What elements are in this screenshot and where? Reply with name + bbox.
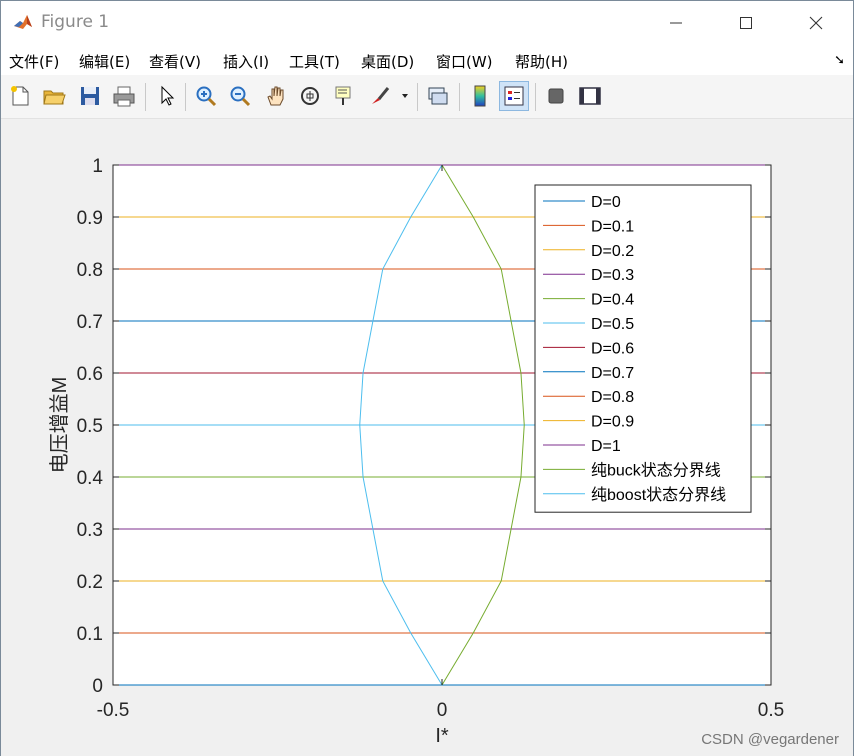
print-button[interactable] — [109, 81, 139, 111]
show-plot-tools-icon — [579, 87, 601, 105]
colorbar-icon — [474, 85, 486, 107]
menu-file[interactable]: 文件(F) — [9, 51, 59, 72]
y-tick-label: 0.5 — [77, 416, 103, 437]
hide-plot-tools-icon — [548, 88, 564, 104]
y-tick-label: 1 — [92, 156, 103, 177]
legend-entry-label: D=0 — [591, 194, 621, 211]
x-axis-label: I* — [435, 725, 449, 747]
x-tick-label: 0 — [437, 700, 448, 721]
data-cursor-button[interactable] — [329, 81, 359, 111]
zoom-in-button[interactable] — [191, 81, 221, 111]
chevron-down-icon — [402, 94, 408, 98]
pointer-button[interactable] — [151, 81, 181, 111]
minimize-button[interactable] — [653, 1, 699, 45]
legend-entry-label: D=0.3 — [591, 267, 634, 284]
rotate-3d-icon — [301, 87, 319, 105]
dock-arrow-icon[interactable]: ➘ — [834, 53, 845, 68]
data-cursor-icon — [335, 86, 351, 105]
rotate-3d-button[interactable] — [295, 81, 325, 111]
pan-button[interactable] — [261, 81, 291, 111]
legend-button[interactable] — [499, 81, 529, 111]
maximize-icon — [740, 17, 752, 29]
save-button[interactable] — [75, 81, 105, 111]
legend-entry-label: D=0.7 — [591, 365, 634, 382]
watermark: CSDN @vegardener — [701, 731, 839, 748]
legend[interactable]: D=0 D=0.1 D=0.2 D=0.3 D=0.4 D=0.5 D=0.6 D=0.7 D=… — [534, 184, 752, 513]
y-tick-label: 0.3 — [77, 520, 103, 541]
y-tick-label: 0.8 — [77, 260, 103, 281]
y-tick-label: 0.4 — [77, 468, 104, 489]
window-title: Figure 1 — [41, 12, 110, 32]
legend-entry-label: 纯buck状态分界线 — [591, 461, 721, 479]
brush-button[interactable] — [365, 81, 395, 111]
menu-insert[interactable]: 插入(I) — [223, 51, 269, 72]
hide-plot-tools-button[interactable] — [541, 81, 571, 111]
x-tick-label: -0.5 — [97, 700, 130, 721]
close-button[interactable] — [793, 1, 839, 45]
legend-entry-label: D=0.9 — [591, 414, 634, 431]
legend-entry-label: D=0.5 — [591, 316, 634, 333]
legend-entry-label: D=0.2 — [591, 243, 634, 260]
x-tick-label: 0.5 — [758, 700, 784, 721]
brush-dropdown-button[interactable] — [397, 81, 413, 111]
brush-icon — [372, 87, 390, 104]
legend-entry-label: D=0.4 — [591, 292, 634, 309]
pointer-icon — [161, 85, 175, 106]
new-figure-button[interactable] — [5, 81, 35, 111]
y-tick-label: 0.2 — [77, 572, 103, 593]
menu-view[interactable]: 查看(V) — [149, 51, 201, 72]
pan-hand-icon — [267, 86, 284, 106]
zoom-in-icon — [196, 86, 217, 107]
legend-entry-label: D=0.1 — [591, 218, 634, 235]
figure-toolbar — [1, 75, 853, 119]
y-axis-label: 电压增益M — [48, 377, 71, 474]
zoom-out-button[interactable] — [225, 81, 255, 111]
line-chart[interactable]: 0 0.1 0.2 0.3 0.4 0.5 0.6 0.7 0.8 0.9 1 -0.5 0 0.5 I*… — [1, 120, 853, 756]
y-tick-label: 0 — [92, 676, 103, 697]
menu-desktop[interactable]: 桌面(D) — [361, 51, 414, 72]
matlab-logo-icon — [13, 12, 33, 32]
show-plot-tools-button[interactable] — [575, 81, 605, 111]
colorbar-button[interactable] — [465, 81, 495, 111]
y-tick-label: 0.1 — [77, 624, 103, 645]
close-icon — [809, 16, 823, 30]
y-tick-label: 0.7 — [77, 312, 103, 333]
legend-entry-label: 纯boost状态分界线 — [591, 486, 726, 504]
maximize-button[interactable] — [723, 1, 769, 45]
menu-help[interactable]: 帮助(H) — [515, 51, 568, 72]
y-tick-label: 0.6 — [77, 364, 103, 385]
y-tick-label: 0.9 — [77, 208, 103, 229]
legend-icon — [504, 86, 524, 106]
new-figure-icon — [11, 86, 29, 106]
figure-canvas[interactable]: 0 0.1 0.2 0.3 0.4 0.5 0.6 0.7 0.8 0.9 1 -0.5 0 0.5 I*… — [1, 120, 853, 756]
link-plot-icon — [428, 87, 448, 105]
minimize-icon — [670, 22, 682, 24]
legend-entry-label: D=0.6 — [591, 340, 634, 357]
menu-bar: 文件(F) 编辑(E) 查看(V) 插入(I) 工具(T) 桌面(D) 窗口(W… — [1, 45, 853, 75]
open-file-icon — [43, 90, 66, 105]
link-plot-button[interactable] — [423, 81, 453, 111]
title-bar[interactable]: Figure 1 — [1, 1, 853, 45]
toolbar-separator — [185, 83, 186, 111]
print-icon — [113, 86, 135, 107]
toolbar-separator — [535, 83, 536, 111]
save-icon — [81, 87, 99, 105]
legend-entry-label: D=0.8 — [591, 389, 634, 406]
toolbar-separator — [145, 83, 146, 111]
open-file-button[interactable] — [39, 81, 69, 111]
zoom-out-icon — [230, 86, 251, 107]
legend-entry-label: D=1 — [591, 438, 621, 455]
menu-window[interactable]: 窗口(W) — [436, 51, 493, 72]
figure-window: Figure 1 文件(F) 编辑(E) 查看(V) 插入(I) 工具(T) 桌… — [0, 0, 854, 756]
toolbar-separator — [417, 83, 418, 111]
menu-edit[interactable]: 编辑(E) — [79, 51, 130, 72]
menu-tools[interactable]: 工具(T) — [289, 51, 340, 72]
toolbar-separator — [459, 83, 460, 111]
